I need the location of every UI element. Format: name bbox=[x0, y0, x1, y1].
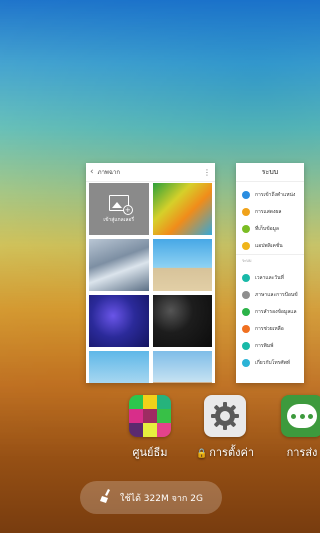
settings-item-about[interactable]: เกี่ยวกับโทรศัพท์ bbox=[236, 354, 304, 371]
settings-header: ระบบ bbox=[236, 163, 304, 182]
clock-icon bbox=[242, 273, 250, 282]
app-label: การตั้งค่า bbox=[209, 446, 254, 459]
app-settings[interactable]: 🔒 การตั้งค่า bbox=[185, 395, 265, 461]
settings-item-backup[interactable]: การสำรองข้อมูลแล bbox=[236, 303, 304, 320]
settings-item-label: การสำรองข้อมูลแล bbox=[255, 308, 297, 315]
gallery-header: ‹ ภาพฉาก ⋮ bbox=[86, 163, 215, 182]
storage-icon bbox=[242, 224, 250, 233]
settings-item-printing[interactable]: การพิมพ์ bbox=[236, 337, 304, 354]
settings-item-label: เวลาและวันที่ bbox=[255, 274, 284, 281]
broom-icon bbox=[99, 488, 113, 507]
wallpaper-thumbnail[interactable] bbox=[89, 351, 149, 383]
wallpaper-thumbnail[interactable] bbox=[89, 239, 149, 291]
settings-item-accessibility[interactable]: การช่วยเหลือ bbox=[236, 320, 304, 337]
settings-gear-icon bbox=[204, 395, 246, 437]
info-icon bbox=[242, 358, 250, 367]
settings-item-datetime[interactable]: เวลาและวันที่ bbox=[236, 269, 304, 286]
settings-item-label: การพิมพ์ bbox=[255, 342, 274, 349]
app-label-row: 🔒 การตั้งค่า bbox=[196, 443, 254, 461]
settings-item-label: การช่วยเหลือ bbox=[255, 325, 284, 332]
wallpaper-thumbnail[interactable] bbox=[152, 295, 212, 347]
settings-item-label: ที่เก็บข้อมูล bbox=[255, 225, 279, 232]
language-icon bbox=[242, 290, 250, 299]
settings-section-header: ระบบ bbox=[236, 254, 304, 269]
memory-status-text: ใช้ได้ 322M จาก 2G bbox=[120, 493, 203, 504]
wallpaper-thumbnail[interactable] bbox=[152, 351, 212, 383]
wallpaper-thumbnail[interactable] bbox=[89, 295, 149, 347]
apps-icon bbox=[242, 241, 250, 250]
recent-card-settings[interactable]: ระบบ การเข้าถึงตำแหน่ง การแสดงผล ที่เก็บ… bbox=[236, 163, 304, 383]
settings-item-label: การเข้าถึงตำแหน่ง bbox=[255, 191, 296, 198]
settings-item-label: เกี่ยวกับโทรศัพท์ bbox=[255, 359, 291, 366]
settings-item-storage[interactable]: ที่เก็บข้อมูล bbox=[236, 220, 304, 237]
clear-memory-button[interactable]: ใช้ได้ 322M จาก 2G bbox=[80, 481, 222, 514]
more-options-icon[interactable]: ⋮ bbox=[203, 168, 211, 177]
back-arrow-icon[interactable]: ‹ bbox=[90, 167, 94, 177]
accessibility-icon bbox=[242, 324, 250, 333]
settings-item-language[interactable]: ภาษาและการป้อนข้ bbox=[236, 286, 304, 303]
app-label: การส่ง bbox=[286, 446, 318, 459]
lock-icon: 🔒 bbox=[195, 449, 208, 459]
open-gallery-tile[interactable]: + เข้าสู่แกลเลอรี่ bbox=[89, 183, 149, 235]
app-theme-center[interactable]: ศูนย์ธีม bbox=[110, 395, 190, 461]
open-gallery-label: เข้าสู่แกลเลอรี่ bbox=[103, 216, 135, 223]
settings-item-display[interactable]: การแสดงผล bbox=[236, 203, 304, 220]
message-bubble-icon bbox=[281, 395, 320, 437]
settings-list: การเข้าถึงตำแหน่ง การแสดงผล ที่เก็บข้อมู… bbox=[236, 182, 304, 371]
image-add-icon: + bbox=[108, 194, 133, 215]
settings-item-apps[interactable]: แอปพลิเคชั่น bbox=[236, 237, 304, 254]
recent-card-gallery[interactable]: ‹ ภาพฉาก ⋮ + เข้าสู่แกลเลอรี่ bbox=[86, 163, 215, 383]
location-icon bbox=[242, 190, 250, 199]
print-icon bbox=[242, 341, 250, 350]
settings-item-label: การแสดงผล bbox=[255, 208, 282, 215]
theme-center-icon bbox=[129, 395, 171, 437]
settings-item-label: แอปพลิเคชั่น bbox=[255, 242, 283, 249]
wallpaper-thumbnail[interactable] bbox=[152, 183, 212, 235]
settings-item-label: ภาษาและการป้อนข้ bbox=[255, 291, 298, 298]
app-messaging[interactable]: การส่ง bbox=[262, 395, 320, 461]
app-label: ศูนย์ธีม bbox=[132, 446, 168, 459]
wallpaper-grid: + เข้าสู่แกลเลอรี่ bbox=[89, 183, 212, 383]
wallpaper-thumbnail[interactable] bbox=[152, 239, 212, 291]
backup-icon bbox=[242, 307, 250, 316]
settings-item-location[interactable]: การเข้าถึงตำแหน่ง bbox=[236, 186, 304, 203]
gallery-title: ภาพฉาก bbox=[97, 169, 120, 176]
display-icon bbox=[242, 207, 250, 216]
